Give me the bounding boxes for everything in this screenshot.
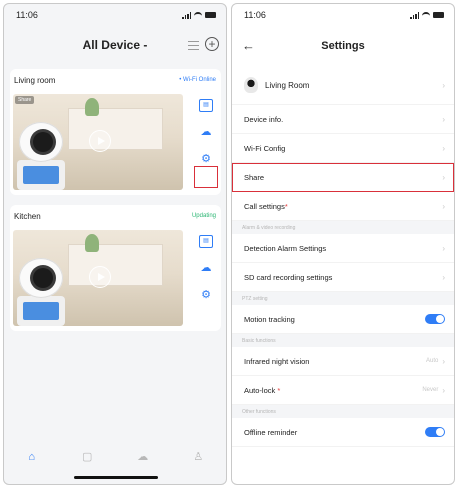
status-icons [182,11,216,19]
chevron-right-icon: › [442,243,445,253]
playback-icon[interactable]: ▤ [199,99,213,112]
wifi-config-row[interactable]: Wi-Fi Config › [232,134,454,163]
home-indicator [74,476,158,479]
chevron-right-icon: › [442,80,445,90]
device-card-living-room[interactable]: Living room • Wi-Fi Online Share ▤ ☁ ⚙ [10,69,221,195]
wifi-icon [422,12,430,18]
cloud-icon[interactable]: ☁ [199,126,213,139]
device-name: Living room [14,75,56,85]
required-dot: * [284,201,288,211]
camera-preview[interactable]: Share [13,94,183,190]
section-header: Alarm & video recording [232,221,454,234]
auto-lock-row[interactable]: Auto-lock * Never › [232,376,454,405]
section-header: PTZ setting [232,292,454,305]
wifi-icon [194,12,202,18]
gear-icon[interactable]: ⚙ [199,153,213,166]
device-card-kitchen[interactable]: Kitchen Updating ▤ ☁ ⚙ [10,205,221,331]
camera-image [17,258,65,326]
nav-bar: ← Settings [232,26,454,66]
device-list-screen: 11:06 All Device - + Living room • Wi-Fi… [3,3,227,485]
chevron-right-icon: › [442,114,445,124]
page-title: Settings [321,40,365,52]
section-header: Other functions [232,405,454,418]
offline-reminder-toggle[interactable] [425,427,445,437]
cloud-icon[interactable]: ☁ [136,451,150,463]
play-icon[interactable] [89,266,111,288]
status-time: 11:06 [244,10,266,20]
settings-screen: 11:06 ← Settings Living Room › Device in… [231,3,455,485]
infrared-row[interactable]: Infrared night vision Auto › [232,347,454,376]
chevron-right-icon: › [442,143,445,153]
camera-image [17,122,65,190]
cloud-icon[interactable]: ☁ [199,262,213,275]
signal-icon [410,11,419,19]
call-settings-row[interactable]: Call settings* › [232,192,454,221]
chevron-right-icon: › [442,272,445,282]
device-row[interactable]: Living Room › [232,66,454,105]
camera-preview[interactable] [13,230,183,326]
battery-icon [205,12,216,18]
play-icon[interactable] [89,130,111,152]
signal-icon [182,11,191,19]
top-bar: All Device - + [4,26,226,66]
device-status: Updating [191,213,216,219]
device-row-name: Living Room [265,80,310,90]
motion-tracking-toggle[interactable] [425,314,445,324]
tab-bar: ⌂ ▢ ☁ ♙ [4,446,226,468]
profile-icon[interactable]: ♙ [191,451,205,463]
status-time: 11:06 [16,10,38,20]
chevron-right-icon: › [442,356,445,366]
section-header: Basic functions [232,334,454,347]
share-row[interactable]: Share › [232,163,454,192]
camera-avatar [244,77,258,93]
detection-alarm-row[interactable]: Detection Alarm Settings › [232,234,454,263]
playback-icon[interactable]: ▤ [199,235,213,248]
required-dot: * [277,385,281,395]
device-name: Kitchen [14,211,41,221]
message-icon[interactable]: ▢ [80,451,94,463]
add-device-icon[interactable]: + [205,37,219,51]
share-badge: Share [15,96,35,104]
sd-card-row[interactable]: SD card recording settings › [232,263,454,292]
status-bar: 11:06 [4,4,226,26]
status-icons [410,11,444,19]
home-icon[interactable]: ⌂ [25,451,39,463]
gear-icon[interactable]: ⚙ [199,289,213,302]
list-menu-icon[interactable] [188,41,199,53]
status-bar: 11:06 [232,4,454,26]
device-info-row[interactable]: Device info. › [232,105,454,134]
chevron-right-icon: › [442,201,445,211]
chevron-right-icon: › [442,385,445,395]
settings-highlight [194,166,218,188]
chevron-right-icon: › [442,172,445,182]
motion-tracking-row: Motion tracking [232,305,454,334]
device-status: • Wi-Fi Online [179,77,216,83]
offline-reminder-row: Offline reminder [232,418,454,447]
battery-icon [433,12,444,18]
